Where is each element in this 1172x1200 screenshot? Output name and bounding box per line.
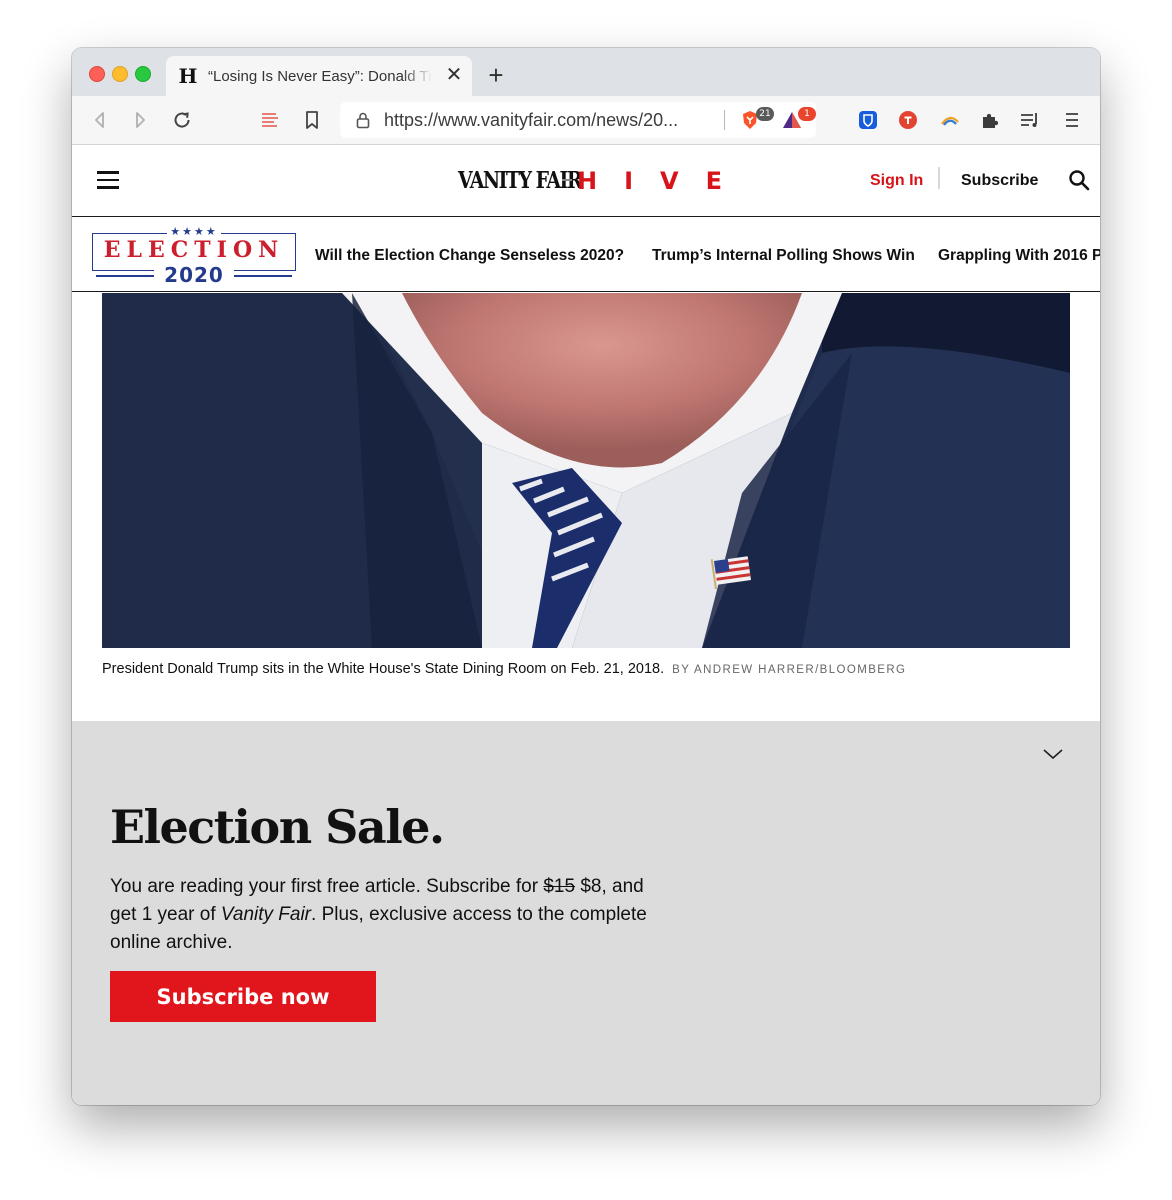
collapse-promo-icon[interactable] xyxy=(1042,747,1064,761)
vanity-fair-logo[interactable]: VANITY FAIR xyxy=(458,166,583,196)
badge-line-right xyxy=(234,275,292,277)
reload-icon[interactable] xyxy=(170,108,194,132)
close-tab-icon[interactable]: ✕ xyxy=(444,65,464,85)
browser-toolbar: https://www.vanityfair.com/news/20... 21… xyxy=(72,96,1100,145)
close-window-button[interactable] xyxy=(89,66,105,82)
subscribe-link[interactable]: Subscribe xyxy=(961,171,1038,191)
promo-body-part: You are reading your first free article.… xyxy=(110,876,544,897)
todoist-icon[interactable] xyxy=(896,108,920,132)
bookmark-icon[interactable] xyxy=(300,108,324,132)
sign-in-link[interactable]: Sign In xyxy=(870,171,923,191)
active-tab[interactable]: H “Losing Is Never Easy”: Donald Trump ✕ xyxy=(166,56,472,96)
browser-window: H “Losing Is Never Easy”: Donald Trump ✕… xyxy=(72,48,1100,1105)
extensions-puzzle-icon[interactable] xyxy=(978,108,1002,132)
subnav-link[interactable]: Will the Election Change Senseless 2020? xyxy=(315,246,624,266)
photo-credit: BY ANDREW HARRER/BLOOMBERG xyxy=(672,664,907,676)
new-tab-button[interactable]: + xyxy=(484,62,508,88)
promo-body: You are reading your first free article.… xyxy=(110,873,670,957)
brave-rewards-count: 1 xyxy=(798,107,816,121)
playlist-icon[interactable] xyxy=(1018,108,1042,132)
subnav-link[interactable]: Grappling With 2016 Polls xyxy=(938,246,1100,266)
site-menu-icon[interactable] xyxy=(97,171,119,189)
menu-icon[interactable] xyxy=(1060,108,1084,132)
subscription-promo: Election Sale. You are reading your firs… xyxy=(72,721,1100,1105)
lock-icon[interactable] xyxy=(356,111,370,129)
maximize-window-button[interactable] xyxy=(135,66,151,82)
subscribe-now-button[interactable]: Subscribe now xyxy=(110,971,376,1022)
tab-title-fade xyxy=(402,64,432,88)
article-hero-image xyxy=(102,293,1070,648)
promo-magazine-name: Vanity Fair xyxy=(220,904,312,925)
hero-photo-illustration xyxy=(102,293,1070,648)
badge-word: ELECTION xyxy=(103,237,285,263)
badge-line-left xyxy=(96,275,154,277)
hive-logo[interactable]: HIVE xyxy=(577,166,749,196)
forward-icon[interactable] xyxy=(128,108,152,132)
search-icon[interactable] xyxy=(1068,169,1090,191)
url-text[interactable]: https://www.vanityfair.com/news/20... xyxy=(384,110,678,130)
election-2020-badge[interactable]: ★★★★ ELECTION 2020 xyxy=(92,225,296,287)
minimize-window-button[interactable] xyxy=(112,66,128,82)
address-bar-divider xyxy=(724,110,725,130)
logo-divider xyxy=(562,179,572,181)
header-divider xyxy=(938,167,940,189)
badge-year: 2020 xyxy=(154,263,234,287)
tab-strip: H “Losing Is Never Easy”: Donald Trump ✕… xyxy=(72,48,1100,96)
promo-title: Election Sale. xyxy=(110,800,445,854)
photo-caption: President Donald Trump sits in the White… xyxy=(102,660,906,679)
extension-arc-icon[interactable] xyxy=(938,108,962,132)
site-favicon-icon: H xyxy=(178,64,198,88)
web-page: VANITY FAIR HIVE Sign In Subscribe ★★★★ … xyxy=(72,145,1100,1105)
bitwarden-icon[interactable] xyxy=(856,108,880,132)
reader-mode-icon[interactable] xyxy=(258,108,282,132)
promo-old-price: $15 xyxy=(543,876,576,897)
site-header: VANITY FAIR HIVE Sign In Subscribe xyxy=(72,145,1100,217)
caption-text: President Donald Trump sits in the White… xyxy=(102,661,665,677)
back-icon[interactable] xyxy=(88,108,112,132)
tab-title: “Losing Is Never Easy”: Donald Trump xyxy=(208,68,432,85)
election-subnav: ★★★★ ELECTION 2020 Will the Election Cha… xyxy=(72,217,1100,292)
brave-shields-count: 21 xyxy=(756,107,774,121)
subnav-link[interactable]: Trump’s Internal Polling Shows Win xyxy=(652,246,915,266)
